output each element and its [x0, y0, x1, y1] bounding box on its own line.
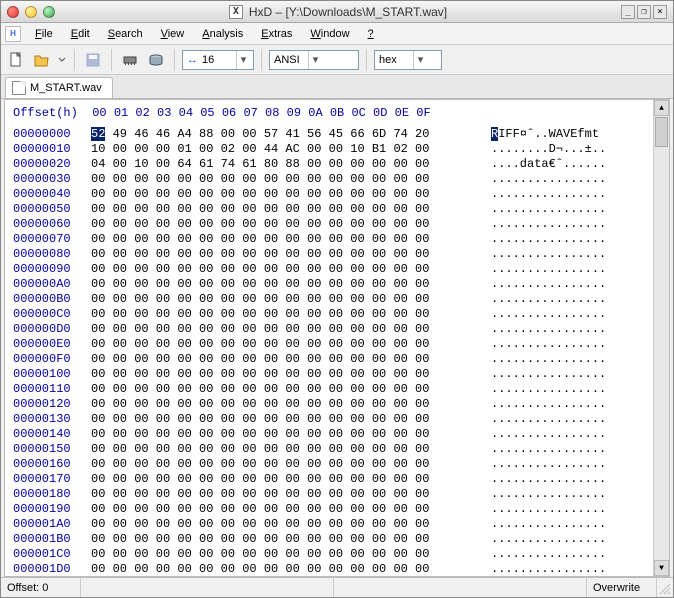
menu-extras[interactable]: Extras [253, 25, 300, 43]
scroll-thumb[interactable] [655, 117, 668, 147]
hex-row[interactable]: 00000080 00 00 00 00 00 00 00 00 00 00 0… [13, 247, 649, 262]
x11-icon: X [229, 5, 243, 19]
tabbar: M_START.wav [1, 75, 673, 99]
bytewidth-icon: ↔ [185, 54, 200, 66]
app-icon[interactable]: H [5, 26, 21, 42]
statusbar: Offset: 0 Overwrite [1, 577, 673, 597]
bytewidth-value: 16 [200, 54, 236, 66]
separator [111, 49, 112, 71]
menu-view[interactable]: View [153, 25, 193, 43]
mdi-minimize-button[interactable]: _ [621, 5, 635, 19]
vertical-scrollbar[interactable]: ▲ ▼ [653, 100, 669, 576]
open-button[interactable] [31, 49, 53, 71]
hex-row[interactable]: 000001A0 00 00 00 00 00 00 00 00 00 00 0… [13, 517, 649, 532]
window-title: X HxD – [Y:\Downloads\M_START.wav] [55, 5, 621, 19]
hex-editor: Offset(h) 00 01 02 03 04 05 06 07 08 09 … [4, 99, 670, 577]
status-offset: Offset: 0 [1, 578, 81, 597]
menu-window[interactable]: Window [302, 25, 357, 43]
hex-row[interactable]: 00000050 00 00 00 00 00 00 00 00 00 00 0… [13, 202, 649, 217]
charset-combo[interactable]: ANSI ▾ [269, 50, 359, 70]
hex-row[interactable]: 000000F0 00 00 00 00 00 00 00 00 00 00 0… [13, 352, 649, 367]
base-value: hex [377, 54, 413, 66]
open-folder-icon [34, 52, 50, 68]
hex-row[interactable]: 000001C0 00 00 00 00 00 00 00 00 00 00 0… [13, 547, 649, 562]
new-button[interactable] [5, 49, 27, 71]
hex-row[interactable]: 000001B0 00 00 00 00 00 00 00 00 00 00 0… [13, 532, 649, 547]
hex-row[interactable]: 00000110 00 00 00 00 00 00 00 00 00 00 0… [13, 382, 649, 397]
hex-row[interactable]: 00000180 00 00 00 00 00 00 00 00 00 00 0… [13, 487, 649, 502]
hex-row[interactable]: 00000130 00 00 00 00 00 00 00 00 00 00 0… [13, 412, 649, 427]
hex-row[interactable]: 00000170 00 00 00 00 00 00 00 00 00 00 0… [13, 472, 649, 487]
hex-row[interactable]: 00000090 00 00 00 00 00 00 00 00 00 00 0… [13, 262, 649, 277]
hex-row[interactable]: 00000160 00 00 00 00 00 00 00 00 00 00 0… [13, 457, 649, 472]
menu-file[interactable]: File [27, 25, 61, 43]
hex-row[interactable]: 00000100 00 00 00 00 00 00 00 00 00 00 0… [13, 367, 649, 382]
new-file-icon [8, 52, 24, 68]
close-button[interactable] [7, 6, 19, 18]
separator [74, 49, 75, 71]
separator [366, 49, 367, 71]
menu-edit[interactable]: Edit [63, 25, 98, 43]
hex-row[interactable]: 00000190 00 00 00 00 00 00 00 00 00 00 0… [13, 502, 649, 517]
open-disk-button[interactable] [145, 49, 167, 71]
scroll-up-button[interactable]: ▲ [654, 100, 669, 116]
mdi-restore-button[interactable]: ❐ [637, 5, 651, 19]
hex-row[interactable]: 00000150 00 00 00 00 00 00 00 00 00 00 0… [13, 442, 649, 457]
hex-row[interactable]: 00000140 00 00 00 00 00 00 00 00 00 00 0… [13, 427, 649, 442]
hex-row[interactable]: 00000030 00 00 00 00 00 00 00 00 00 00 0… [13, 172, 649, 187]
disk-icon [148, 52, 164, 68]
tab-label: M_START.wav [30, 82, 102, 94]
mdi-controls: _ ❐ × [621, 5, 667, 19]
chevron-down-icon [58, 56, 66, 64]
toolbar: ↔ 16 ▾ ANSI ▾ hex ▾ [1, 45, 673, 75]
hex-row[interactable]: 00000010 10 00 00 00 01 00 02 00 44 AC 0… [13, 142, 649, 157]
scroll-down-button[interactable]: ▼ [654, 560, 669, 576]
save-button[interactable] [82, 49, 104, 71]
hex-row[interactable]: 00000120 00 00 00 00 00 00 00 00 00 00 0… [13, 397, 649, 412]
main-window: X HxD – [Y:\Downloads\M_START.wav] _ ❐ ×… [0, 0, 674, 598]
status-mode: Overwrite [587, 578, 657, 597]
hex-row[interactable]: 00000000 52 49 46 46 A4 88 00 00 57 41 5… [13, 127, 649, 142]
status-empty-1 [81, 578, 334, 597]
title-text: HxD – [Y:\Downloads\M_START.wav] [249, 5, 447, 19]
base-combo[interactable]: hex ▾ [374, 50, 442, 70]
menu-analysis[interactable]: Analysis [194, 25, 251, 43]
charset-value: ANSI [272, 54, 308, 66]
separator [174, 49, 175, 71]
chevron-down-icon: ▾ [308, 51, 322, 69]
hex-row[interactable]: 000000C0 00 00 00 00 00 00 00 00 00 00 0… [13, 307, 649, 322]
menu-search[interactable]: Search [100, 25, 151, 43]
hex-row[interactable]: 00000040 00 00 00 00 00 00 00 00 00 00 0… [13, 187, 649, 202]
window-controls [7, 6, 55, 18]
menu-help[interactable]: ? [360, 25, 382, 43]
bytewidth-combo[interactable]: ↔ 16 ▾ [182, 50, 254, 70]
separator [261, 49, 262, 71]
titlebar: X HxD – [Y:\Downloads\M_START.wav] _ ❐ × [1, 1, 673, 23]
status-empty-2 [334, 578, 587, 597]
grip-icon [659, 583, 671, 595]
resize-grip[interactable] [657, 578, 673, 597]
hex-row[interactable]: 00000020 04 00 10 00 64 61 74 61 80 88 0… [13, 157, 649, 172]
menubar: H File Edit Search View Analysis Extras … [1, 23, 673, 45]
hex-view[interactable]: Offset(h) 00 01 02 03 04 05 06 07 08 09 … [5, 100, 669, 576]
open-ram-button[interactable] [119, 49, 141, 71]
zoom-button[interactable] [43, 6, 55, 18]
hex-row[interactable]: 000000D0 00 00 00 00 00 00 00 00 00 00 0… [13, 322, 649, 337]
hex-row[interactable]: 00000060 00 00 00 00 00 00 00 00 00 00 0… [13, 217, 649, 232]
open-dropdown[interactable] [57, 49, 67, 71]
chevron-down-icon: ▾ [236, 51, 250, 69]
tab-file[interactable]: M_START.wav [5, 77, 113, 98]
minimize-button[interactable] [25, 6, 37, 18]
file-icon [12, 81, 26, 95]
hex-row[interactable]: 000000E0 00 00 00 00 00 00 00 00 00 00 0… [13, 337, 649, 352]
chevron-down-icon: ▾ [413, 51, 427, 69]
hex-row[interactable]: 000001D0 00 00 00 00 00 00 00 00 00 00 0… [13, 562, 649, 576]
hex-row[interactable]: 000000A0 00 00 00 00 00 00 00 00 00 00 0… [13, 277, 649, 292]
ram-icon [122, 52, 138, 68]
mdi-close-button[interactable]: × [653, 5, 667, 19]
hex-row[interactable]: 000000B0 00 00 00 00 00 00 00 00 00 00 0… [13, 292, 649, 307]
save-icon [85, 52, 101, 68]
hex-row[interactable]: 00000070 00 00 00 00 00 00 00 00 00 00 0… [13, 232, 649, 247]
